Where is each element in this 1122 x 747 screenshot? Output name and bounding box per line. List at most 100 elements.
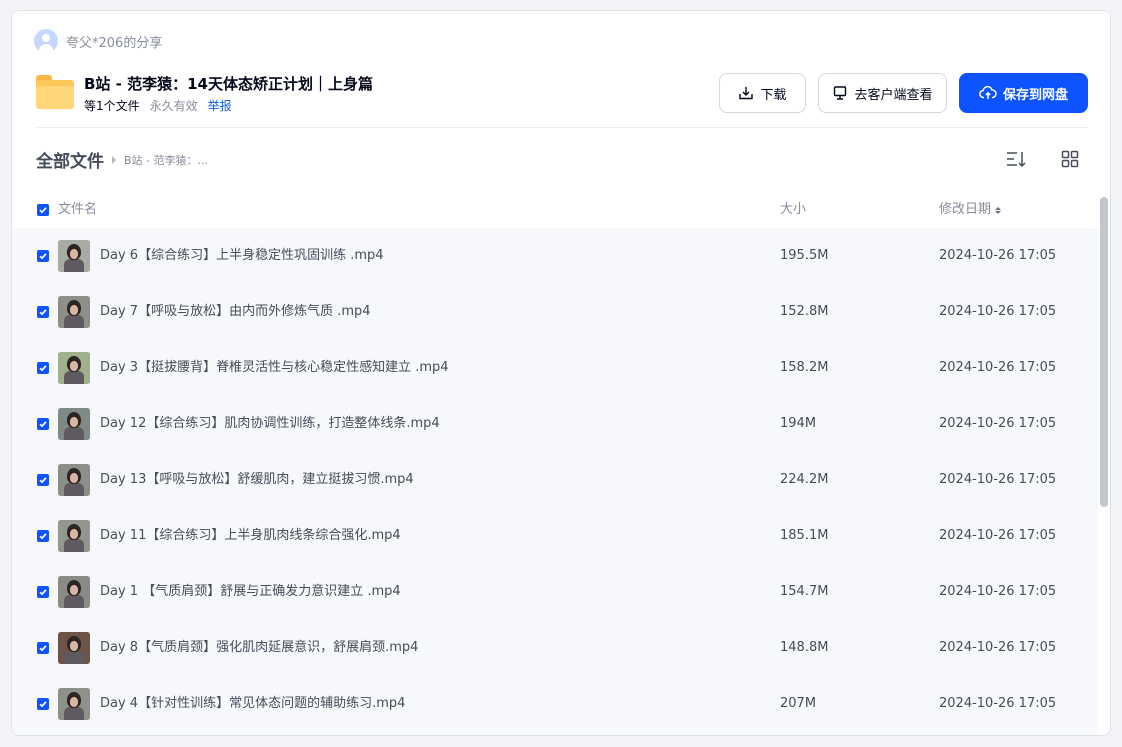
file-date: 2024-10-26 17:05 <box>939 472 1057 487</box>
video-thumbnail <box>58 464 90 496</box>
video-thumbnail <box>58 408 90 440</box>
video-thumbnail <box>58 520 90 552</box>
sharer-info: 夸父*206的分享 <box>34 29 162 53</box>
file-date: 2024-10-26 17:05 <box>939 248 1057 263</box>
file-name[interactable]: Day 6【综合练习】上半身稳定性巩固训练 .mp4 <box>100 228 384 284</box>
file-name[interactable]: Day 4【针对性训练】常见体态问题的辅助练习.mp4 <box>100 676 405 732</box>
file-name[interactable]: Day 8【气质肩颈】强化肌肉延展意识，舒展肩颈.mp4 <box>100 620 418 676</box>
download-button[interactable]: 下载 <box>719 73 806 113</box>
column-header-date-label: 修改日期 <box>939 202 992 217</box>
file-name[interactable]: Day 3【挺拔腰背】脊椎灵活性与核心稳定性感知建立 .mp4 <box>100 340 449 396</box>
table-row[interactable]: Day 13【呼吸与放松】舒缓肌肉，建立挺拔习惯.mp4 224.2M 2024-1… <box>12 452 1098 508</box>
sort-arrows-icon <box>995 206 1002 214</box>
folder-icon <box>36 75 74 109</box>
checkbox-icon <box>39 477 47 484</box>
share-panel: 夸父*206的分享 B站 - 范李猿：14天体态矫正计划｜上身篇 等1个文件 永… <box>11 10 1111 736</box>
row-checkbox[interactable] <box>37 474 49 486</box>
file-date: 2024-10-26 17:05 <box>939 528 1057 543</box>
row-checkbox[interactable] <box>37 642 49 654</box>
column-header-date[interactable]: 修改日期 <box>939 197 1002 223</box>
cloud-upload-icon <box>979 85 997 99</box>
file-size: 154.7M <box>780 584 829 599</box>
file-date: 2024-10-26 17:05 <box>939 640 1057 655</box>
row-checkbox[interactable] <box>37 698 49 710</box>
save-label: 保存到网盘 <box>1002 87 1068 103</box>
checkbox-icon <box>39 421 47 428</box>
breadcrumb-current: B站 - 范李猿：... <box>124 153 208 167</box>
file-date: 2024-10-26 17:05 <box>939 416 1057 431</box>
breadcrumb: 全部文件 B站 - 范李猿：... <box>36 147 208 172</box>
table-row[interactable]: Day 1 【气质肩颈】舒展与正确发力意识建立 .mp4 154.7M 2024-1… <box>12 564 1098 620</box>
breadcrumb-root[interactable]: 全部文件 <box>36 147 104 172</box>
row-checkbox[interactable] <box>37 586 49 598</box>
row-checkbox[interactable] <box>37 418 49 430</box>
file-name[interactable]: Day 7【呼吸与放松】由内而外修炼气质 .mp4 <box>100 284 371 340</box>
breadcrumb-separator-icon <box>112 155 116 164</box>
row-checkbox[interactable] <box>37 306 49 318</box>
checkbox-icon <box>39 309 47 316</box>
download-label: 下载 <box>760 87 787 103</box>
avatar-icon <box>34 29 58 53</box>
file-date: 2024-10-26 17:05 <box>939 696 1057 711</box>
save-to-drive-button[interactable]: 保存到网盘 <box>959 73 1088 113</box>
grid-view-button[interactable] <box>1058 147 1082 171</box>
file-size: 207M <box>780 696 817 711</box>
table-row[interactable]: Day 12【综合练习】肌肉协调性训练，打造整体线条.mp4 194M 2024-1… <box>12 396 1098 452</box>
checkbox-icon <box>39 533 47 540</box>
checkbox-icon <box>39 701 47 708</box>
sort-list-icon <box>1007 152 1026 168</box>
column-header-name[interactable]: 文件名 <box>58 197 97 223</box>
file-name[interactable]: Day 12【综合练习】肌肉协调性训练，打造整体线条.mp4 <box>100 396 440 452</box>
open-client-button[interactable]: 去客户端查看 <box>818 73 947 113</box>
video-thumbnail <box>58 688 90 720</box>
sort-list-button[interactable] <box>1004 147 1028 171</box>
table-row[interactable]: Day 4【针对性训练】常见体态问题的辅助练习.mp4 207M 2024-10-2… <box>12 676 1098 732</box>
file-name[interactable]: Day 13【呼吸与放松】舒缓肌肉，建立挺拔习惯.mp4 <box>100 452 414 508</box>
file-name[interactable]: Day 11【综合练习】上半身肌肉线条综合强化.mp4 <box>100 508 401 564</box>
file-count: 等1个文件 <box>84 99 140 113</box>
share-meta: 等1个文件 永久有效 举报 <box>84 97 232 114</box>
checkbox-icon <box>39 207 47 214</box>
checkbox-icon <box>39 589 47 596</box>
video-thumbnail <box>58 352 90 384</box>
checkbox-icon <box>39 365 47 372</box>
video-thumbnail <box>58 632 90 664</box>
report-link[interactable]: 举报 <box>208 97 232 114</box>
monitor-icon <box>834 86 847 100</box>
file-date: 2024-10-26 17:05 <box>939 304 1057 319</box>
row-checkbox[interactable] <box>37 530 49 542</box>
grid-view-icon <box>1061 150 1079 168</box>
select-all-checkbox[interactable] <box>37 204 49 216</box>
video-thumbnail <box>58 296 90 328</box>
checkbox-icon <box>39 645 47 652</box>
table-row[interactable]: Day 7【呼吸与放松】由内而外修炼气质 .mp4 152.8M 2024-10-2… <box>12 284 1098 340</box>
row-checkbox[interactable] <box>37 250 49 262</box>
file-size: 185.1M <box>780 528 829 543</box>
file-size: 148.8M <box>780 640 829 655</box>
video-thumbnail <box>58 240 90 272</box>
file-list: Day 6【综合练习】上半身稳定性巩固训练 .mp4 195.5M 2024-10-… <box>12 228 1098 735</box>
file-size: 158.2M <box>780 360 829 375</box>
file-size: 195.5M <box>780 248 829 263</box>
video-thumbnail <box>58 576 90 608</box>
file-size: 152.8M <box>780 304 829 319</box>
header-divider <box>34 127 1088 128</box>
client-label: 去客户端查看 <box>854 87 933 103</box>
file-size: 194M <box>780 416 817 431</box>
table-row[interactable]: Day 8【气质肩颈】强化肌肉延展意识，舒展肩颈.mp4 148.8M 2024-1… <box>12 620 1098 676</box>
row-checkbox[interactable] <box>37 362 49 374</box>
table-header: 文件名 大小 修改日期 <box>34 197 1100 223</box>
sharer-name: 夸父*206的分享 <box>66 35 163 51</box>
file-date: 2024-10-26 17:05 <box>939 584 1057 599</box>
column-header-size[interactable]: 大小 <box>780 197 806 223</box>
validity-text: 永久有效 <box>149 99 198 113</box>
table-row[interactable]: Day 3【挺拔腰背】脊椎灵活性与核心稳定性感知建立 .mp4 158.2M 202… <box>12 340 1098 396</box>
table-row[interactable]: Day 6【综合练习】上半身稳定性巩固训练 .mp4 195.5M 2024-10-… <box>12 228 1098 284</box>
checkbox-icon <box>39 253 47 260</box>
table-row[interactable]: Day 11【综合练习】上半身肌肉线条综合强化.mp4 185.1M 2024-10… <box>12 508 1098 564</box>
share-title: B站 - 范李猿：14天体态矫正计划｜上身篇 <box>84 75 373 93</box>
download-icon <box>739 87 754 100</box>
file-size: 224.2M <box>780 472 829 487</box>
file-name[interactable]: Day 1 【气质肩颈】舒展与正确发力意识建立 .mp4 <box>100 564 401 620</box>
scrollbar[interactable] <box>1100 197 1108 507</box>
